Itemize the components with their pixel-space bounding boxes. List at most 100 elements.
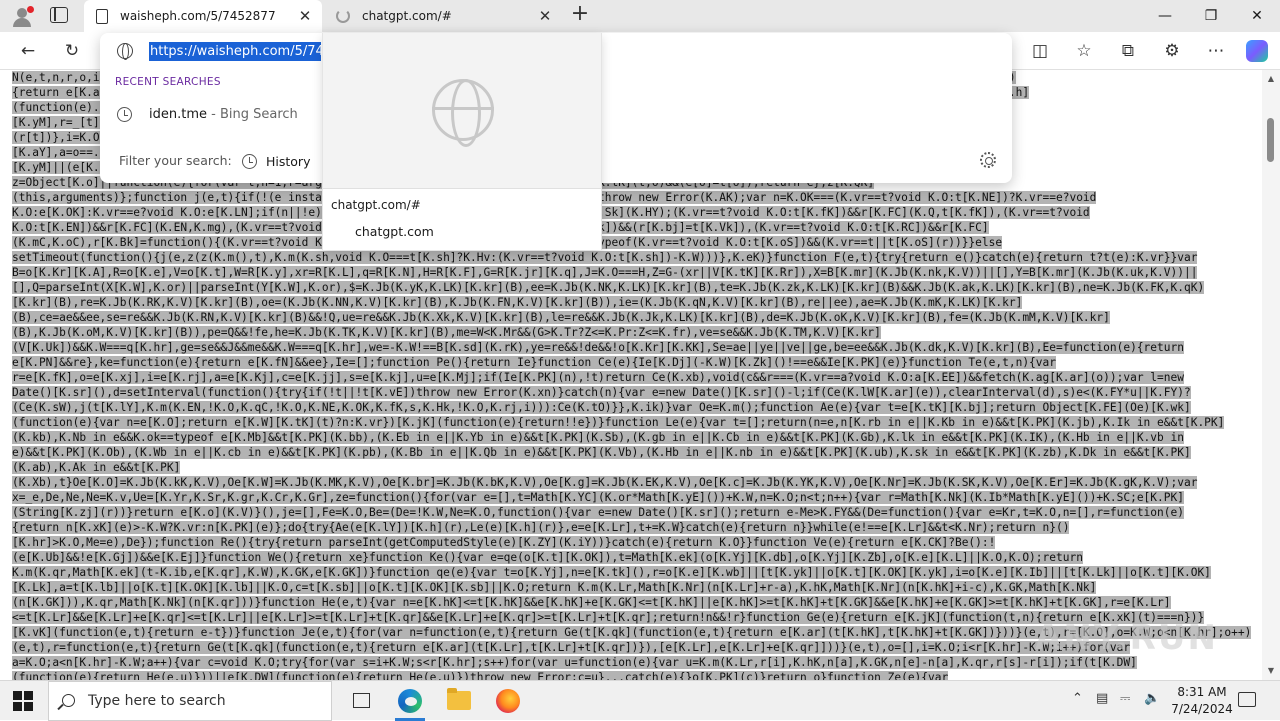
refresh-icon[interactable]: ↻ — [58, 38, 86, 64]
clock-time: 8:31 AM — [1177, 685, 1227, 699]
favorites-icon[interactable]: ☆ — [1070, 38, 1098, 64]
code-line: (String[K.zj](r))}return e[K.o](K.V)}(),… — [12, 505, 1248, 520]
code-line: {return n[K.xK](e)>-K.W?K.vr:n[K.PK](e)}… — [12, 520, 1248, 535]
edge-taskbar-button[interactable] — [387, 681, 433, 721]
history-filter-button[interactable]: History — [242, 150, 310, 172]
history-filter-label: History — [266, 153, 311, 169]
code-line-text: (e,t),r=function(e,t){return Ge(t[K.qk](… — [12, 641, 1131, 654]
history-icon — [242, 153, 257, 169]
tab-preview-card[interactable]: chatgpt.com/# chatgpt.com — [322, 33, 602, 250]
code-line: (e[K.Ub]&&!e[K.Gj])&&e[K.Ej]}function We… — [12, 550, 1248, 565]
code-line-text: {return n[K.xK](e)>-K.W?K.vr:n[K.PK](e)}… — [12, 521, 1070, 534]
loading-icon — [336, 9, 350, 23]
code-line-text: (B),ce=ae&&ee,se=re&&K.Jb(K.RN,K.V)[K.kr… — [12, 311, 1110, 324]
tab-label: chatgpt.com/# — [362, 9, 452, 23]
tab-actions-icon[interactable] — [50, 7, 68, 23]
file-explorer-taskbar-button[interactable] — [436, 681, 482, 721]
code-line: K.O:t[K.EN])&&r[K.FC](K.EN,K.mg),(K.vr==… — [12, 220, 1248, 235]
scroll-thumb[interactable] — [1267, 118, 1274, 162]
chevron-up-icon[interactable]: ⌃ — [1072, 691, 1083, 706]
code-line-text: e[K.PN]&&re},ke=function(e){return e[K.f… — [12, 356, 1056, 369]
new-tab-button[interactable]: + — [568, 2, 592, 28]
code-line: [K.kr](B),re=K.Jb(K.RK,K.V)[K.kr](B),oe=… — [12, 295, 1248, 310]
code-line: (K.kb),K.Nb in e&&K.ok==typeof e[K.Mb]&&… — [12, 430, 1248, 445]
code-line: B=o[K.Kr][K.A],R=o[K.e],V=o[K.t],W=R[K.y… — [12, 265, 1248, 280]
profile-icon[interactable] — [10, 5, 34, 27]
split-screen-icon[interactable]: ◫ — [1026, 38, 1054, 64]
preview-thumbnail — [323, 33, 601, 189]
code-line: (B),K.Jb(K.oM,K.V)[K.kr](B)),pe=Q&&!fe,h… — [12, 325, 1248, 340]
code-line-text: x=_e,De,Ne,Ne=K.v,Ue=[K.Yr,K.Sr,K.gr,K.C… — [12, 491, 1184, 504]
recent-search-source: - Bing Search — [207, 107, 298, 122]
windows-start-icon[interactable] — [13, 691, 33, 711]
code-line: (function(e){var n=e[K.O];return e[K.W][… — [12, 415, 1248, 430]
tab-close-button[interactable]: ✕ — [534, 7, 556, 25]
recent-search-term: iden.tme — [149, 107, 207, 122]
scroll-down-icon[interactable]: ▼ — [1262, 664, 1280, 678]
vertical-scrollbar[interactable]: ▲ ▼ — [1262, 70, 1280, 680]
address-input[interactable]: https://waisheph.com/5/7452877 — [149, 42, 321, 61]
code-line-text: setTimeout(function(){j(e,z(z(K.m(),t),K… — [12, 251, 1198, 264]
scroll-up-icon[interactable]: ▲ — [1262, 72, 1280, 86]
network-icon[interactable]: ▤ — [1096, 691, 1108, 706]
history-icon — [117, 107, 132, 122]
code-line: r=e[K.fK],o=e[K.xj],i=e[K.rj],a=e[K.Kj],… — [12, 370, 1248, 385]
code-line-text: (n[K.GK])),K.qr,Math[K.Nk](n[K.qr]))}fun… — [12, 596, 1171, 609]
code-line-text: (function(e){var n=e[K.O];return e[K.W][… — [12, 416, 1225, 429]
globe-icon — [432, 79, 494, 147]
code-line-text: a=K.O;a<n[K.hr]-K.W;a++){var c=void K.O;… — [12, 656, 1137, 669]
clock-date: 7/24/2024 — [1171, 702, 1233, 716]
code-line: (Ce(K.sW),j(t[K.lY],K.m(K.EN,!K.O,K.qC,!… — [12, 400, 1248, 415]
filter-label: Filter your search: — [119, 153, 232, 168]
preview-url: chatgpt.com/# — [331, 198, 421, 212]
code-line: x=_e,De,Ne,Ne=K.v,Ue=[K.Yr,K.Sr,K.gr,K.C… — [12, 490, 1248, 505]
taskbar: Type here to search ⌃ ▤ ⎓ 🔈 8:31 AM 7/24… — [0, 680, 1280, 721]
extensions-icon[interactable]: ⚙ — [1158, 38, 1186, 64]
code-line-text: (K.Xb),t}Oe[K.O]=K.Jb(K.kK,K.V),Oe[K.W]=… — [12, 476, 1198, 489]
code-line-text: [K.Lk],a=t[K.lb]||o[K.t][K.OK][K.lb]||K.… — [12, 581, 1097, 594]
gear-icon[interactable] — [980, 152, 996, 168]
taskbar-search-placeholder: Type here to search — [88, 693, 226, 709]
more-icon[interactable]: ⋯ — [1202, 38, 1230, 64]
maximize-button[interactable]: ❐ — [1188, 0, 1234, 32]
globe-icon — [117, 43, 133, 60]
copilot-icon[interactable] — [1246, 40, 1268, 62]
taskbar-search-box[interactable]: Type here to search — [48, 681, 332, 721]
code-line-text: <=t[K.Lr]&&e[K.Lr]+e[K.qr]<=t[K.Lr]||e[K… — [12, 611, 1205, 624]
volume-icon[interactable]: 🔈 — [1144, 691, 1160, 706]
code-line-text: B=o[K.Kr][K.A],R=o[K.e],V=o[K.t],W=R[K.y… — [12, 266, 1198, 279]
recent-searches-heading: RECENT SEARCHES — [115, 76, 221, 88]
address-bar[interactable]: https://waisheph.com/5/7452877 — [100, 33, 322, 69]
code-line: (K.mC,K.oC),r[K.Bk]=function(){(K.vr==t?… — [12, 235, 1248, 250]
code-line-text: [],Q=parseInt(X[K.W],K.or)||parseInt(Y[K… — [12, 281, 1205, 294]
code-line-text: (function(e){return He(e,u)}))||e[K.DW](… — [12, 671, 949, 680]
code-line-text: (V[K.Uk])&&K.W===q[K.hr],ge=se&&J&&me&&K… — [12, 341, 1184, 354]
code-line-text: [K.hr]>K.O,Me=e),De});function Re(){try{… — [12, 536, 996, 549]
code-line-text: K.m(K.qr,Math[K.ek](t-K.ib,e[K.qr],K.W),… — [12, 566, 1211, 579]
code-line: K.O:e[K.OK]:K.vr==e?void K.O:e[K.LN];if(… — [12, 205, 1248, 220]
code-line: (K.ab),K.Ak in e&&t[K.PK] — [12, 460, 1248, 475]
code-line: [K.hr]>K.O,Me=e),De});function Re(){try{… — [12, 535, 1248, 550]
notification-icon[interactable] — [1238, 692, 1256, 707]
watermark: ANY.RUN — [1035, 618, 1218, 658]
code-line: setTimeout(function(){j(e,z(z(K.m(),t),K… — [12, 250, 1248, 265]
firefox-taskbar-button[interactable] — [485, 681, 531, 721]
tab-close-button[interactable]: ✕ — [294, 7, 316, 25]
tab-waisheph[interactable]: waisheph.com/5/7452877 ✕ — [84, 0, 322, 32]
task-view-button[interactable] — [338, 681, 384, 721]
tab-chatgpt[interactable]: chatgpt.com/# ✕ — [326, 0, 562, 32]
firefox-icon — [496, 689, 520, 713]
close-window-button[interactable]: ✕ — [1234, 0, 1280, 32]
recent-search-item[interactable]: iden.tme - Bing Search — [100, 101, 322, 129]
minimize-button[interactable]: — — [1142, 0, 1188, 32]
code-line-text: Date()[K.sr](),d=setInterval(function(){… — [12, 386, 1191, 399]
code-line: (function(e){return He(e,u)}))||e[K.DW](… — [12, 670, 1248, 680]
edge-icon — [398, 689, 422, 713]
system-clock[interactable]: 8:31 AM 7/24/2024 — [1170, 684, 1234, 718]
code-line-text: r=e[K.fK],o=e[K.xj],i=e[K.rj],a=e[K.Kj],… — [12, 371, 1184, 384]
collections-icon[interactable]: ⧉ — [1114, 38, 1142, 64]
tab-bar: waisheph.com/5/7452877 ✕ chatgpt.com/# ✕… — [0, 0, 1280, 32]
network-icon[interactable]: ⎓ — [1120, 691, 1130, 706]
back-icon[interactable]: ← — [14, 38, 42, 64]
code-line-text: (B),K.Jb(K.oM,K.V)[K.kr](B)),pe=Q&&!fe,h… — [12, 326, 881, 339]
